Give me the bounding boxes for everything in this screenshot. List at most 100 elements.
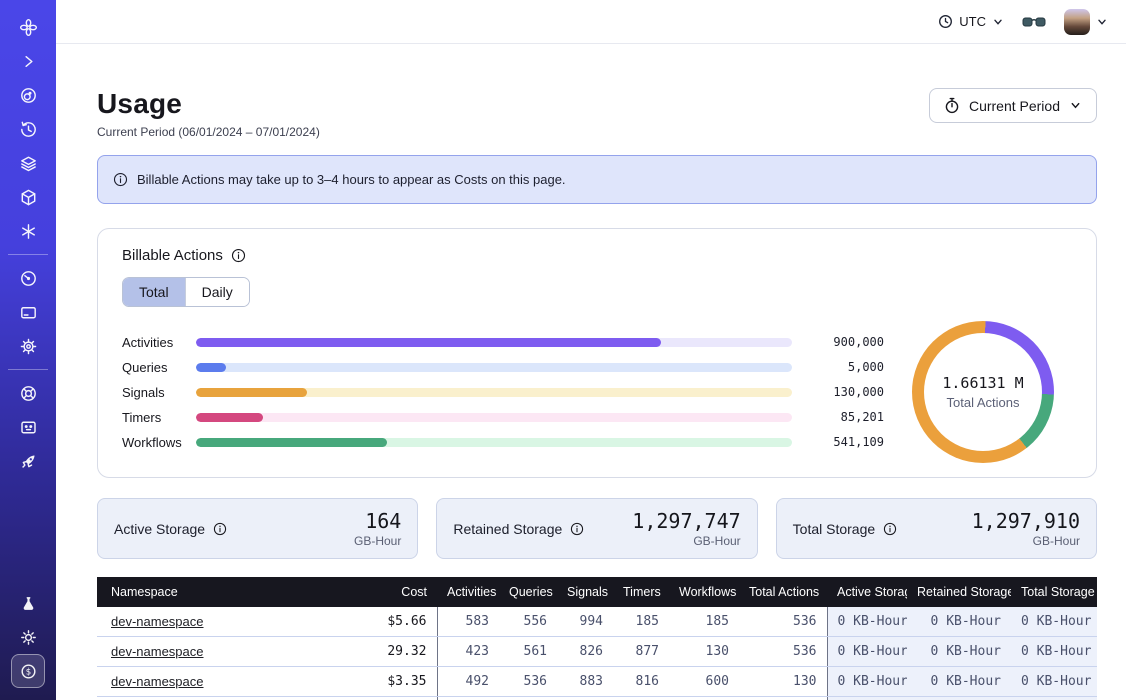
bar-row-workflows: Workflows 541,109 [122,430,884,455]
cell-retained-storage: 0 KB-Hour [907,667,1011,697]
col-namespace: Namespace [97,577,367,607]
table-row: dev-namespace 29.32 423 561 826 877 130 … [97,637,1097,667]
billable-actions-title: Billable Actions [122,247,223,264]
bar-fill [196,438,387,447]
cell-workflows: 130 [669,637,739,667]
col-active-storage: Active Storage [827,577,907,607]
bar-label: Workflows [122,435,196,450]
bar-label: Timers [122,410,196,425]
clock-icon [938,14,953,29]
active-storage-label: Active Storage [114,521,205,537]
col-workflows: Workflows [669,577,739,607]
labs-flask-icon[interactable] [11,586,45,620]
total-storage-value: 1,297,910 [972,509,1080,533]
getting-started-rocket-icon[interactable] [11,444,45,478]
info-icon[interactable] [883,522,897,536]
retained-storage-value: 1,297,747 [632,509,740,533]
cell-queries: 556 [499,607,557,637]
namespaces-icon[interactable] [11,78,45,112]
active-storage-unit: GB-Hour [354,534,401,548]
period-selector-button[interactable]: Current Period [929,88,1097,123]
temporal-logo-icon[interactable] [11,10,45,44]
col-queries: Queries [499,577,557,607]
cell-signals: 994 [557,607,613,637]
cell-signals: 883 [557,667,613,697]
info-banner: Billable Actions may take up to 3–4 hour… [97,155,1097,204]
schedules-clock-icon[interactable] [11,112,45,146]
donut-subtitle: Total Actions [947,395,1020,410]
retained-storage-card: Retained Storage 1,297,747 GB-Hour [436,498,757,559]
tab-daily[interactable]: Daily [185,278,249,306]
svg-text:$: $ [25,667,30,677]
chevron-down-icon [1096,16,1108,28]
table-row: dev-namespace $5.66 583 556 994 185 185 … [97,607,1097,637]
layers-icon[interactable] [11,146,45,180]
bar-value: 130,000 [804,385,884,399]
bar-label: Signals [122,385,196,400]
bar-track [196,338,792,347]
cell-queries: 561 [499,637,557,667]
bar-value: 900,000 [804,335,884,349]
deployments-cube-icon[interactable] [11,180,45,214]
info-icon[interactable] [231,248,246,263]
cell-retained-storage: 0 KB-Hour [907,607,1011,637]
retained-storage-label: Retained Storage [453,521,562,537]
storage-summary-row: Active Storage 164 GB-Hour Retained Stor… [97,498,1097,559]
usage-gauge-icon[interactable] [11,261,45,295]
table-row: dev-namespace $3.35 492 536 883 816 600 … [97,667,1097,697]
namespace-link[interactable]: dev-namespace [111,614,204,629]
tab-total[interactable]: Total [123,278,185,306]
support-lifebuoy-icon[interactable] [11,376,45,410]
cell-active-storage: 0 KB-Hour [827,637,907,667]
info-icon[interactable] [570,522,584,536]
col-total-actions: Total Actions [739,577,827,607]
table-header-row: Namespace Cost Activities Queries Signal… [97,577,1097,607]
bar-label: Activities [122,335,196,350]
expand-chevron-icon[interactable] [11,44,45,78]
avatar [1064,9,1090,35]
bar-value: 5,000 [804,360,884,374]
usage-coin-icon[interactable]: $ [11,654,45,688]
cell-workflows: 185 [669,607,739,637]
bar-label: Queries [122,360,196,375]
cell-active-storage: 0 KB-Hour [827,667,907,697]
bar-fill [196,338,661,347]
namespace-link[interactable]: dev-namespace [111,644,204,659]
cell-cost: $5.66 [367,607,437,637]
cell-total-storage: 0 KB-Hour [1011,637,1097,667]
cell-cost: 29.32 [367,637,437,667]
theme-sun-icon[interactable] [11,620,45,654]
glasses-icon[interactable] [1022,15,1046,29]
timezone-selector[interactable]: UTC [938,14,1004,29]
info-icon[interactable] [213,522,227,536]
total-storage-unit: GB-Hour [972,534,1080,548]
active-storage-value: 164 [354,509,401,533]
bar-fill [196,388,307,397]
bar-track [196,438,792,447]
cell-workflows: 600 [669,667,739,697]
active-storage-card: Active Storage 164 GB-Hour [97,498,418,559]
account-menu[interactable] [1064,9,1108,35]
nexus-asterisk-icon[interactable] [11,214,45,248]
namespace-link[interactable]: dev-namespace [111,674,204,689]
chevron-down-icon [1069,99,1082,112]
bar-value: 85,201 [804,410,884,424]
feedback-terminal-icon[interactable] [11,410,45,444]
namespace-usage-table: Namespace Cost Activities Queries Signal… [97,577,1097,700]
cell-total-storage: 0 KB-Hour [1011,667,1097,697]
col-timers: Timers [613,577,669,607]
billable-actions-card: Billable Actions Total Daily Activities … [97,228,1097,478]
bar-track [196,388,792,397]
settings-gear-icon[interactable] [11,329,45,363]
info-icon [113,172,128,187]
billing-card-icon[interactable] [11,295,45,329]
cell-activities: 583 [437,607,499,637]
bar-row-activities: Activities 900,000 [122,330,884,355]
sidebar: $ [0,0,56,700]
billable-actions-chart: Activities 900,000 Queries 5,000 Signals… [122,321,1072,463]
cell-queries: 536 [499,667,557,697]
cell-total-actions: 536 [739,607,827,637]
view-toggle: Total Daily [122,277,250,307]
timezone-label: UTC [959,14,986,29]
cell-active-storage: 0 KB-Hour [827,607,907,637]
